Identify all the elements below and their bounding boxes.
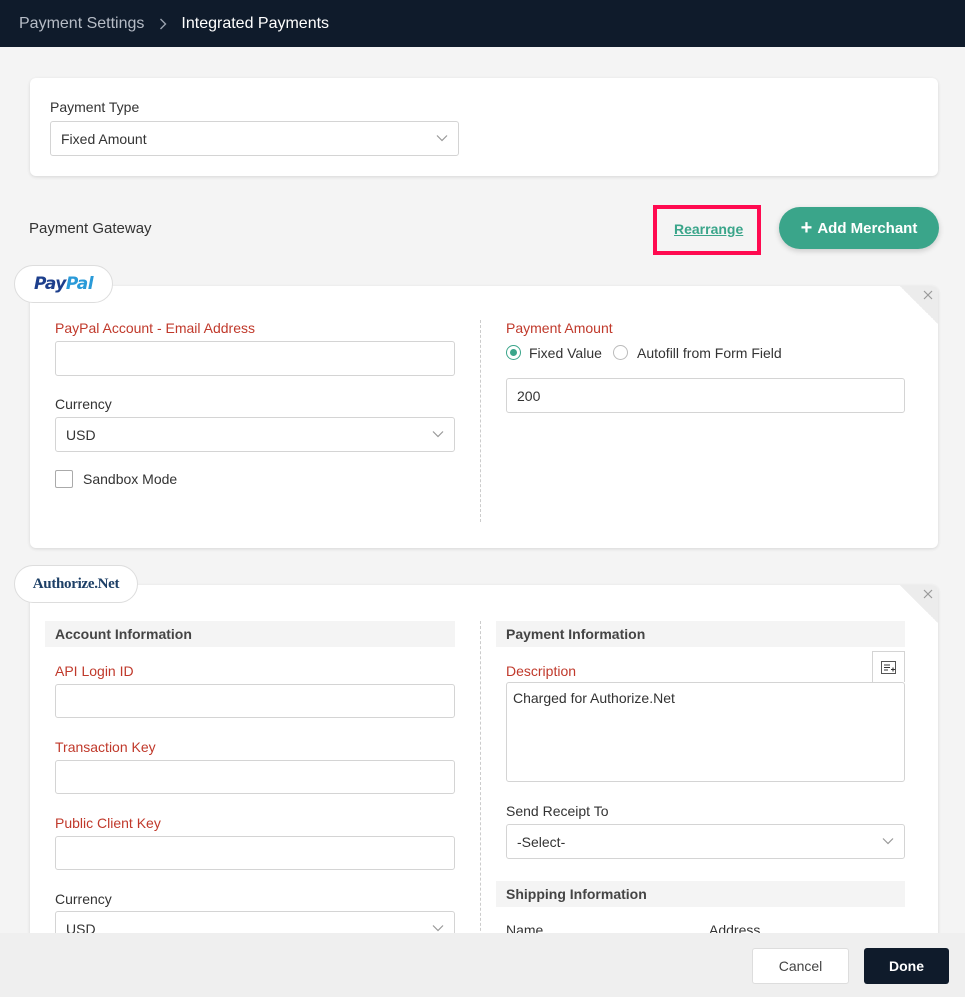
public-client-key-label: Public Client Key [55, 815, 161, 831]
authorize-logo-tab: Authorize.Net [14, 565, 138, 603]
chevron-down-icon [882, 837, 894, 844]
transaction-key-label: Transaction Key [55, 739, 156, 755]
insert-field-icon [881, 660, 896, 674]
authorize-merchant-card: Account Information API Login ID Transac… [30, 585, 938, 946]
insert-field-button[interactable] [872, 651, 905, 682]
fixed-value-radio[interactable] [506, 345, 521, 360]
breadcrumb-current: Integrated Payments [181, 14, 330, 32]
payment-type-value: Fixed Amount [61, 130, 147, 147]
breadcrumb-payment-settings[interactable]: Payment Settings [19, 15, 144, 33]
autofill-label: Autofill from Form Field [637, 345, 782, 361]
send-receipt-value: -Select- [517, 833, 566, 850]
paypal-email-input[interactable] [55, 341, 455, 376]
send-receipt-label: Send Receipt To [506, 803, 609, 819]
chevron-down-icon [432, 924, 444, 931]
paypal-currency-value: USD [66, 426, 96, 443]
description-textarea[interactable]: Charged for Authorize.Net [506, 682, 905, 782]
breadcrumb: Payment Settings Integrated Payments [0, 0, 965, 47]
payment-gateway-title: Payment Gateway [29, 220, 152, 237]
plus-icon: + [800, 216, 813, 239]
close-icon[interactable] [923, 290, 933, 300]
fixed-value-label: Fixed Value [529, 345, 602, 361]
paypal-currency-select[interactable]: USD [55, 417, 455, 452]
sandbox-mode-label: Sandbox Mode [83, 471, 178, 487]
public-client-key-input[interactable] [55, 836, 455, 870]
paypal-currency-label: Currency [55, 396, 112, 412]
column-divider [480, 320, 481, 522]
transaction-key-input[interactable] [55, 760, 455, 794]
payment-type-label: Payment Type [50, 99, 140, 115]
account-information-header: Account Information [45, 621, 455, 647]
payment-amount-input[interactable]: 200 [506, 378, 905, 413]
payment-amount-label: Payment Amount [506, 320, 613, 336]
add-merchant-button[interactable]: + Add Merchant [779, 207, 939, 249]
paypal-logo-tab: PayPal [14, 265, 113, 303]
sandbox-mode-checkbox[interactable] [55, 470, 73, 488]
payment-information-header: Payment Information [496, 621, 905, 647]
add-merchant-label: Add Merchant [817, 219, 918, 237]
close-icon[interactable] [923, 589, 933, 599]
paypal-merchant-card: PayPal Account - Email Address Currency … [30, 286, 938, 548]
chevron-right-icon [159, 18, 167, 30]
shipping-information-header: Shipping Information [496, 881, 905, 907]
chevron-down-icon [436, 134, 448, 141]
column-divider [480, 621, 481, 941]
chevron-down-icon [432, 430, 444, 437]
payment-type-select[interactable]: Fixed Amount [50, 121, 459, 156]
api-login-input[interactable] [55, 684, 455, 718]
payment-type-card: Payment Type Fixed Amount [30, 78, 938, 176]
done-button[interactable]: Done [864, 948, 949, 984]
description-label: Description [506, 663, 577, 679]
rearrange-link[interactable]: Rearrange [674, 221, 743, 237]
authorize-currency-label: Currency [55, 891, 112, 907]
cancel-button[interactable]: Cancel [752, 948, 849, 984]
remove-merchant-corner [900, 585, 938, 623]
send-receipt-select[interactable]: -Select- [506, 824, 905, 859]
authorize-net-logo: Authorize.Net [32, 575, 120, 592]
paypal-email-label: PayPal Account - Email Address [55, 320, 255, 336]
paypal-logo: PayPal [33, 274, 94, 294]
autofill-radio[interactable] [613, 345, 628, 360]
remove-merchant-corner [900, 286, 938, 324]
api-login-label: API Login ID [55, 663, 134, 679]
